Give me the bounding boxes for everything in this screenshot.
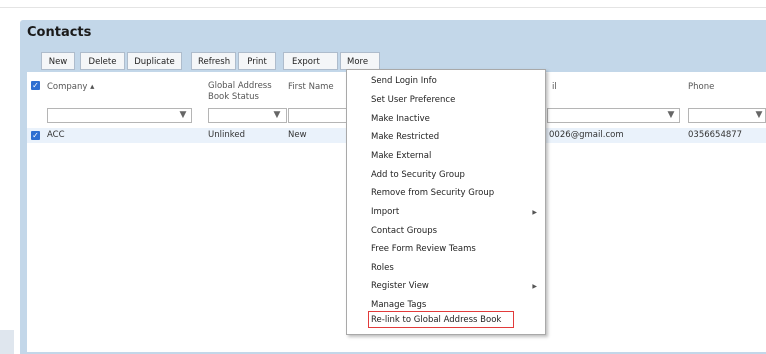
row-email: 0026@gmail.com bbox=[549, 130, 624, 140]
submenu-arrow-icon: ▶ bbox=[532, 283, 537, 290]
email-filter-input[interactable] bbox=[547, 108, 680, 123]
menu-item-free-form-review-teams[interactable]: Free Form Review Teams bbox=[371, 244, 476, 254]
refresh-button[interactable]: Refresh bbox=[191, 52, 236, 70]
company-filter-input[interactable] bbox=[47, 108, 192, 123]
row-company: ACC bbox=[47, 130, 65, 140]
menu-item-set-user-preference[interactable]: Set User Preference bbox=[371, 95, 455, 105]
menu-item-relink-global-address-book[interactable]: Re-link to Global Address Book bbox=[371, 315, 501, 325]
menu-item-make-restricted[interactable]: Make Restricted bbox=[371, 132, 439, 142]
menu-item-make-inactive[interactable]: Make Inactive bbox=[371, 114, 430, 124]
menu-item-add-to-security-group[interactable]: Add to Security Group bbox=[371, 170, 465, 180]
filter-icon[interactable]: ▼ bbox=[270, 108, 284, 123]
menu-item-send-login-info[interactable]: Send Login Info bbox=[371, 76, 437, 86]
filter-icon[interactable]: ▼ bbox=[664, 108, 678, 123]
menu-item-roles[interactable]: Roles bbox=[371, 263, 394, 273]
row-status: Unlinked bbox=[208, 130, 245, 140]
new-button[interactable]: New bbox=[41, 52, 75, 70]
row-phone: 0356654877 bbox=[688, 130, 743, 140]
more-label: More bbox=[347, 57, 369, 67]
select-all-checkbox-icon[interactable]: ✓ bbox=[31, 81, 40, 90]
column-header-global-address-book-status[interactable]: Global Address Book Status bbox=[208, 81, 278, 103]
column-header-first-name[interactable]: First Name bbox=[288, 82, 334, 93]
delete-button[interactable]: Delete bbox=[80, 52, 125, 70]
more-dropdown-menu: Send Login Info Set User Preference Make… bbox=[346, 69, 546, 335]
row-first-name: New bbox=[288, 130, 307, 140]
menu-item-register-view[interactable]: Register View bbox=[371, 281, 429, 291]
column-header-phone[interactable]: Phone bbox=[688, 82, 714, 93]
left-edge-shade bbox=[0, 330, 14, 354]
more-button[interactable]: More ▼ bbox=[340, 52, 380, 84]
duplicate-button[interactable]: Duplicate bbox=[127, 52, 182, 70]
first-name-filter-input[interactable] bbox=[288, 108, 348, 123]
page-title: Contacts bbox=[27, 25, 92, 40]
filter-icon[interactable]: ▼ bbox=[752, 108, 766, 123]
print-button[interactable]: Print bbox=[238, 52, 276, 70]
menu-item-manage-tags[interactable]: Manage Tags bbox=[371, 300, 426, 310]
menu-item-remove-from-security-group[interactable]: Remove from Security Group bbox=[371, 188, 494, 198]
menu-item-make-external[interactable]: Make External bbox=[371, 151, 431, 161]
row-checkbox-icon[interactable]: ✓ bbox=[31, 131, 40, 140]
top-divider bbox=[0, 7, 766, 8]
filter-icon[interactable]: ▼ bbox=[176, 108, 190, 123]
submenu-arrow-icon: ▶ bbox=[532, 209, 537, 216]
column-header-email[interactable]: il bbox=[552, 82, 557, 93]
export-button[interactable]: Export ▼ bbox=[283, 52, 338, 84]
column-header-company[interactable]: Company ▴ bbox=[47, 82, 94, 93]
export-label: Export bbox=[292, 57, 320, 67]
menu-item-import[interactable]: Import bbox=[371, 207, 399, 217]
menu-item-contact-groups[interactable]: Contact Groups bbox=[371, 226, 437, 236]
